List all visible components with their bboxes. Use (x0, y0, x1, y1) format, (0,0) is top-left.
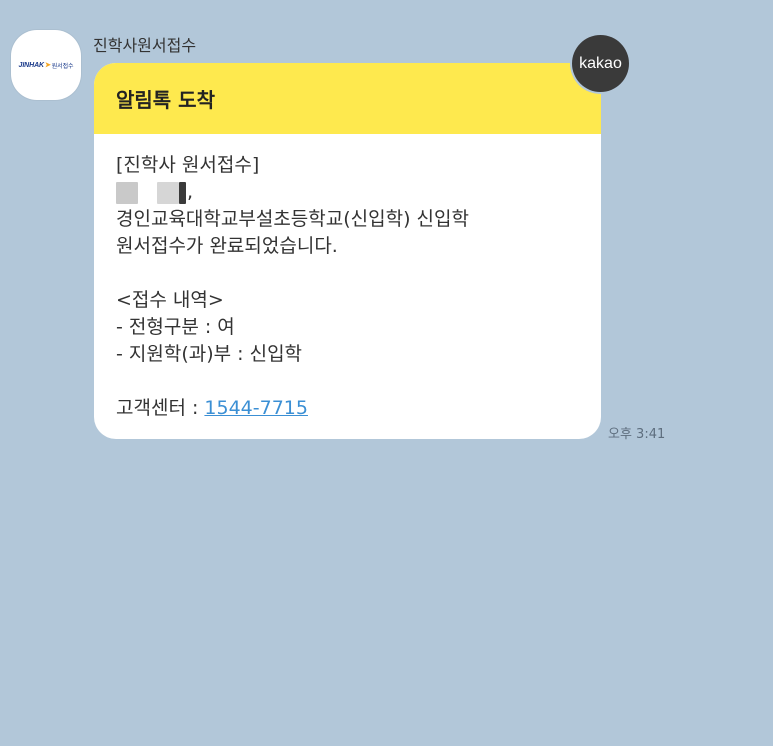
redacted-block (179, 181, 186, 204)
redacted-block (157, 181, 179, 204)
message-bubble[interactable]: 알림톡 도착 [진학사 원서접수] , 경인교육대학교부설초등학교(신입학) 신… (94, 63, 601, 439)
support-phone-link[interactable]: 1544-7715 (204, 397, 308, 419)
support-label: 고객센터 : (116, 397, 205, 419)
message-body: [진학사 원서접수] , 경인교육대학교부설초등학교(신입학) 신입학 원서접수… (94, 134, 601, 422)
message-line-complete: 원서접수가 완료되었습니다. (116, 235, 338, 257)
message-header-title: 알림톡 도착 (116, 88, 215, 112)
redacted-block (116, 181, 138, 204)
message-line-support: 고객센터 : 1544-7715 (116, 395, 579, 422)
message-header: 알림톡 도착 (94, 63, 601, 134)
logo-brand-text: JINHAK (18, 61, 45, 69)
recipient-suffix: , (187, 181, 194, 203)
message-timestamp: 오후 3:41 (608, 427, 666, 442)
message-line-school: 경인교육대학교부설초등학교(신입학) 신입학 (116, 208, 469, 230)
logo-arrow-icon: ➤ (45, 62, 51, 69)
message-line-type: - 전형구분 : 여 (116, 316, 235, 338)
recipient-line: , (116, 179, 579, 206)
message-line-department: - 지원학(과)부 : 신입학 (116, 343, 303, 365)
sender-avatar[interactable]: JINHAK ➤ 원서접수 (11, 30, 81, 100)
jinhak-logo-icon: JINHAK ➤ 원서접수 (19, 61, 74, 70)
logo-subtitle: 원서접수 (51, 62, 74, 70)
message-line-service: [진학사 원서접수] (116, 154, 260, 176)
sender-name: 진학사원서접수 (93, 36, 197, 55)
message-line-details-heading: <접수 내역> (116, 289, 224, 311)
kakao-badge-icon: kakao (572, 35, 629, 92)
